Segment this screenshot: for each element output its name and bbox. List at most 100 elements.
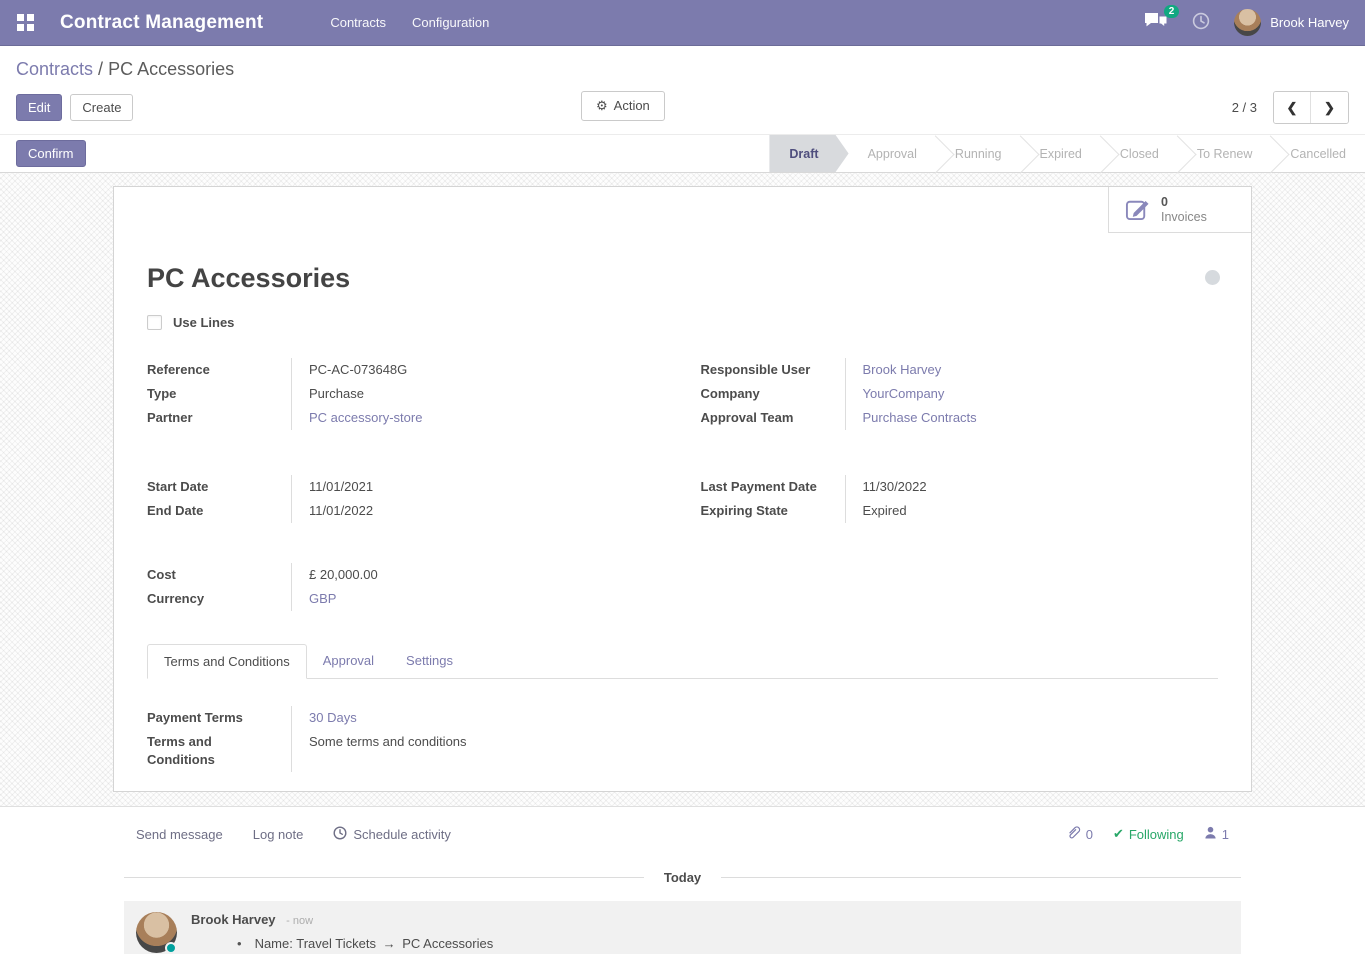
- record-title: PC Accessories: [147, 263, 1218, 294]
- stage-approval[interactable]: Approval: [849, 135, 936, 172]
- date-divider: Today: [124, 870, 1241, 885]
- message-avatar: [136, 912, 177, 953]
- user-menu[interactable]: Brook Harvey: [1234, 9, 1349, 36]
- attachments-count: 0: [1086, 827, 1093, 842]
- field-value-last-payment-date: 11/30/2022: [845, 475, 1219, 499]
- gear-icon: ⚙: [596, 98, 608, 113]
- field-group-main-left: Reference PC-AC-073648G Type Purchase Pa…: [147, 358, 665, 430]
- field-group-dates-left: Start Date 11/01/2021 End Date 11/01/202…: [147, 475, 665, 523]
- field-label-partner: Partner: [147, 406, 291, 430]
- followers-button[interactable]: 1: [1204, 826, 1229, 842]
- menu-contracts[interactable]: Contracts: [317, 0, 399, 46]
- field-label-start-date: Start Date: [147, 475, 291, 499]
- field-value-partner-link[interactable]: PC accessory-store: [291, 406, 665, 430]
- field-value-end-date: 11/01/2022: [291, 499, 665, 523]
- field-label-type: Type: [147, 382, 291, 406]
- field-label-payment-terms: Payment Terms: [147, 706, 291, 730]
- tracking-field: Name:: [255, 936, 293, 951]
- field-label-cost: Cost: [147, 563, 291, 587]
- stage-cancelled[interactable]: Cancelled: [1271, 135, 1365, 172]
- field-value-company-link[interactable]: YourCompany: [845, 382, 1219, 406]
- apps-menu-icon[interactable]: [9, 6, 42, 39]
- field-value-payment-terms-link[interactable]: 30 Days: [291, 706, 665, 730]
- stage-expired[interactable]: Expired: [1021, 135, 1101, 172]
- invoices-count: 0: [1161, 195, 1207, 210]
- tracking-change: •Name: Travel Tickets → PC Accessories: [191, 936, 493, 951]
- pager-value: 2 / 3: [1232, 100, 1257, 115]
- invoices-label: Invoices: [1161, 210, 1207, 225]
- following-label: Following: [1129, 827, 1184, 842]
- schedule-activity-button[interactable]: Schedule activity: [333, 826, 451, 843]
- pager-previous-button[interactable]: ❮: [1274, 92, 1311, 123]
- clock-icon: [333, 826, 347, 843]
- messages-badge: 2: [1164, 5, 1180, 18]
- use-lines-label: Use Lines: [173, 315, 234, 330]
- stage-pipeline: Draft Approval Running Expired Closed To…: [769, 135, 1365, 172]
- field-value-currency-link[interactable]: GBP: [291, 587, 665, 611]
- use-lines-checkbox[interactable]: [147, 315, 162, 330]
- following-button[interactable]: ✔ Following: [1113, 826, 1184, 842]
- stage-draft[interactable]: Draft: [769, 135, 848, 172]
- form-view-background: 0 Invoices PC Accessories Use Lines Refe…: [0, 173, 1365, 806]
- menu-configuration[interactable]: Configuration: [399, 0, 502, 46]
- stage-to-renew[interactable]: To Renew: [1178, 135, 1272, 172]
- tab-settings[interactable]: Settings: [390, 644, 469, 678]
- paperclip-icon: [1066, 825, 1081, 843]
- field-value-terms-and-conditions: Some terms and conditions: [291, 730, 665, 772]
- followers-count: 1: [1222, 827, 1229, 842]
- field-group-terms: Payment Terms 30 Days Terms and Conditio…: [147, 706, 665, 772]
- chatter-message: Brook Harvey - now •Name: Travel Tickets…: [124, 901, 1241, 954]
- confirm-button[interactable]: Confirm: [16, 140, 86, 167]
- field-value-cost: £ 20,000.00: [291, 563, 665, 587]
- field-value-reference: PC-AC-073648G: [291, 358, 665, 382]
- field-group-dates-right: Last Payment Date 11/30/2022 Expiring St…: [701, 475, 1219, 523]
- changed-to-arrow-icon: →: [383, 936, 396, 951]
- tab-approval[interactable]: Approval: [307, 644, 390, 678]
- chatter: Send message Log note Schedule activity: [0, 806, 1365, 954]
- breadcrumb-current: PC Accessories: [108, 59, 234, 79]
- tracking-new-value: PC Accessories: [402, 936, 493, 951]
- field-value-approval-team-link[interactable]: Purchase Contracts: [845, 406, 1219, 430]
- schedule-activity-label: Schedule activity: [353, 827, 451, 842]
- activities-clock-icon[interactable]: [1192, 12, 1210, 33]
- edit-note-icon: [1124, 195, 1151, 225]
- stage-running[interactable]: Running: [936, 135, 1021, 172]
- field-group-main-right: Responsible User Brook Harvey Company Yo…: [701, 358, 1219, 430]
- online-status-dot: [165, 942, 177, 954]
- breadcrumb-parent[interactable]: Contracts: [16, 59, 93, 79]
- bullet-icon: •: [237, 936, 242, 951]
- action-button[interactable]: ⚙Action: [581, 91, 665, 121]
- edit-button[interactable]: Edit: [16, 94, 62, 121]
- kanban-state-dot[interactable]: [1205, 270, 1220, 285]
- field-label-responsible-user: Responsible User: [701, 358, 845, 382]
- person-icon: [1204, 826, 1217, 842]
- date-divider-label: Today: [644, 870, 721, 885]
- attachments-button[interactable]: 0: [1066, 825, 1093, 843]
- field-label-reference: Reference: [147, 358, 291, 382]
- field-value-expiring-state: Expired: [845, 499, 1219, 523]
- control-panel: Edit Create ⚙Action 2 / 3 ❮ ❯: [0, 85, 1365, 134]
- field-label-approval-team: Approval Team: [701, 406, 845, 430]
- breadcrumb-separator: /: [98, 59, 103, 79]
- field-label-currency: Currency: [147, 587, 291, 611]
- chevron-left-icon: ❮: [1287, 100, 1298, 115]
- message-time: - now: [286, 915, 313, 927]
- send-message-button[interactable]: Send message: [136, 826, 223, 843]
- pager-next-button[interactable]: ❯: [1311, 92, 1348, 123]
- invoices-stat-button[interactable]: 0 Invoices: [1108, 187, 1251, 233]
- stage-closed[interactable]: Closed: [1101, 135, 1178, 172]
- statusbar: Confirm Draft Approval Running Expired C…: [0, 134, 1365, 173]
- log-note-button[interactable]: Log note: [253, 826, 304, 843]
- notebook-tabs: Terms and Conditions Approval Settings: [147, 644, 1218, 679]
- message-author[interactable]: Brook Harvey: [191, 912, 276, 927]
- field-value-type: Purchase: [291, 382, 665, 406]
- field-group-cost: Cost £ 20,000.00 Currency GBP: [147, 563, 665, 611]
- field-label-terms-and-conditions: Terms and Conditions: [147, 730, 291, 772]
- messages-menu[interactable]: 2: [1144, 12, 1168, 34]
- create-button[interactable]: Create: [70, 94, 133, 121]
- field-label-company: Company: [701, 382, 845, 406]
- field-value-responsible-user-link[interactable]: Brook Harvey: [845, 358, 1219, 382]
- user-avatar: [1234, 9, 1261, 36]
- tab-terms-and-conditions[interactable]: Terms and Conditions: [147, 644, 307, 679]
- form-sheet: 0 Invoices PC Accessories Use Lines Refe…: [113, 186, 1252, 792]
